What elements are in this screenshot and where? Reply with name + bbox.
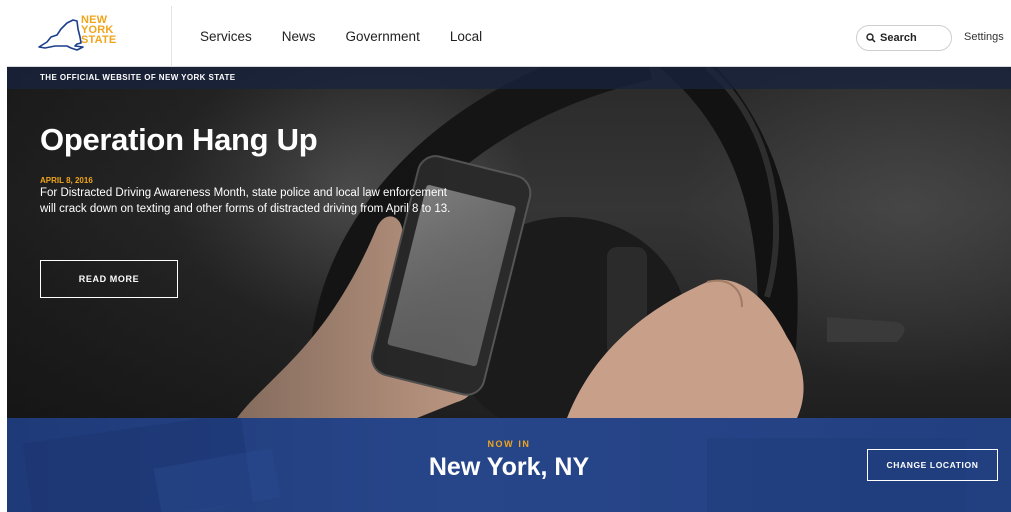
nav-item-news[interactable]: News xyxy=(282,29,316,44)
search-icon xyxy=(866,33,876,43)
logo-wordmark: NEW YORK STATE xyxy=(81,15,117,46)
logo-line-3: STATE xyxy=(81,34,117,46)
nav-item-local[interactable]: Local xyxy=(450,29,482,44)
nav-item-government[interactable]: Government xyxy=(346,29,420,44)
official-site-text: THE OFFICIAL WEBSITE OF NEW YORK STATE xyxy=(40,73,236,82)
settings-link[interactable]: Settings xyxy=(964,31,1004,43)
ny-state-outline-icon xyxy=(38,19,84,51)
hero-title: Operation Hang Up xyxy=(40,122,318,157)
ny-state-logo[interactable]: NEW YORK STATE xyxy=(7,6,172,67)
change-location-button[interactable]: CHANGE LOCATION xyxy=(867,449,998,481)
site-header: NEW YORK STATE Services News Government … xyxy=(7,6,1011,67)
hero-date: APRIL 8, 2016 xyxy=(40,176,93,185)
hero-description: For Distracted Driving Awareness Month, … xyxy=(40,187,451,215)
now-in-label: NOW IN xyxy=(487,439,531,449)
official-site-banner: THE OFFICIAL WEBSITE OF NEW YORK STATE xyxy=(7,67,1011,89)
nav-item-services[interactable]: Services xyxy=(200,29,252,44)
read-more-button[interactable]: READ MORE xyxy=(40,260,178,298)
main-nav: Services News Government Local xyxy=(200,6,512,67)
hero-background-image xyxy=(7,67,905,418)
location-banner: NOW IN New York, NY CHANGE LOCATION xyxy=(7,418,1011,512)
hero-banner: THE OFFICIAL WEBSITE OF NEW YORK STATE O… xyxy=(7,67,1011,418)
search-input[interactable]: Search xyxy=(856,25,952,51)
search-label: Search xyxy=(880,32,917,44)
current-location: New York, NY xyxy=(428,453,590,481)
